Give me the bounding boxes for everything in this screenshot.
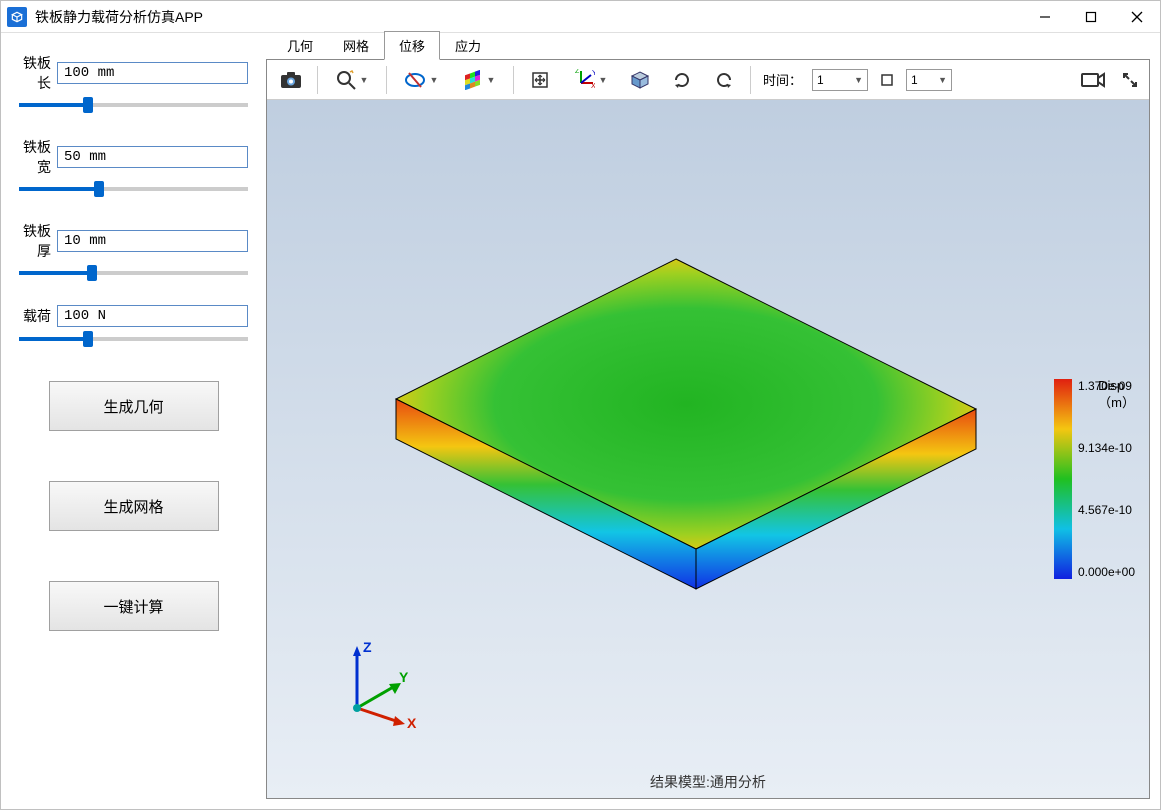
- camera-button[interactable]: [1075, 64, 1111, 96]
- param-label: 载荷: [19, 306, 51, 326]
- button-label: 生成网格: [103, 496, 163, 517]
- param-thickness: 铁板厚: [19, 221, 248, 275]
- app-window: 铁板静力载荷分析仿真APP 铁板长: [0, 0, 1161, 810]
- legend-tick: 9.134e-10: [1078, 441, 1135, 455]
- tab-displacement[interactable]: 位移: [384, 31, 440, 60]
- legend-bar-icon: [1054, 379, 1072, 579]
- length-slider[interactable]: [19, 103, 248, 107]
- viewer: ▼ ▼: [266, 59, 1150, 799]
- width-input[interactable]: [57, 146, 248, 168]
- step-value: 1: [911, 73, 918, 87]
- thickness-input[interactable]: [57, 230, 248, 252]
- time-value: 1: [817, 73, 824, 87]
- viewer-toolbar: ▼ ▼: [267, 60, 1149, 100]
- axis-x-label: X: [407, 715, 417, 728]
- maximize-button[interactable]: [1068, 1, 1114, 33]
- param-label: 铁板厚: [19, 221, 51, 261]
- color-legend: 1.370e-09 9.134e-10 4.567e-10 0.000e+00: [1054, 379, 1135, 579]
- legend-ticks: 1.370e-09 9.134e-10 4.567e-10 0.000e+00: [1078, 379, 1135, 579]
- tab-stress[interactable]: 应力: [440, 31, 496, 59]
- orientation-button[interactable]: ZXY ▼: [564, 64, 616, 96]
- colormap-button[interactable]: ▼: [453, 64, 505, 96]
- close-button[interactable]: [1114, 1, 1160, 33]
- svg-text:Z: Z: [575, 69, 580, 75]
- param-width: 铁板宽: [19, 137, 248, 191]
- svg-text:Y: Y: [592, 70, 595, 77]
- main-panel: 几何 网格 位移 应力 ▼: [266, 33, 1160, 809]
- generate-mesh-button[interactable]: 生成网格: [49, 481, 219, 531]
- load-slider[interactable]: [19, 337, 248, 341]
- generate-geometry-button[interactable]: 生成几何: [49, 381, 219, 431]
- zoom-button[interactable]: ▼: [326, 64, 378, 96]
- tab-mesh[interactable]: 网格: [328, 31, 384, 59]
- legend-tick: 1.370e-09: [1078, 379, 1135, 393]
- param-length: 铁板长: [19, 53, 248, 107]
- client-area: 铁板长 铁板宽 铁板厚: [1, 33, 1160, 809]
- viewport-caption: 结果模型:通用分析: [267, 772, 1149, 792]
- rotate-ccw-button[interactable]: [706, 64, 742, 96]
- fit-view-button[interactable]: [522, 64, 558, 96]
- expand-button[interactable]: [1117, 64, 1143, 96]
- time-label: 时间：: [759, 70, 806, 89]
- tab-geometry[interactable]: 几何: [272, 31, 328, 59]
- screenshot-button[interactable]: [273, 64, 309, 96]
- step-select[interactable]: 1▼: [906, 69, 952, 91]
- front-view-button[interactable]: [622, 64, 658, 96]
- load-input[interactable]: [57, 305, 248, 327]
- tab-bar: 几何 网格 位移 应力: [266, 33, 1150, 59]
- result-plate: [356, 229, 996, 629]
- title-bar: 铁板静力载荷分析仿真APP: [1, 1, 1160, 33]
- compute-button[interactable]: 一键计算: [49, 581, 219, 631]
- viewport-3d[interactable]: Z Y X Disp （m） 1.: [267, 100, 1149, 798]
- app-icon: [7, 7, 27, 27]
- sidebar: 铁板长 铁板宽 铁板厚: [1, 33, 266, 809]
- clipping-button[interactable]: ▼: [395, 64, 447, 96]
- param-label: 铁板长: [19, 53, 51, 93]
- button-label: 一键计算: [103, 596, 163, 617]
- axis-y-label: Y: [399, 669, 409, 685]
- rotate-cw-button[interactable]: [664, 64, 700, 96]
- axis-triad-icon: Z Y X: [337, 638, 427, 728]
- param-load: 载荷: [19, 305, 248, 341]
- width-slider[interactable]: [19, 187, 248, 191]
- time-select[interactable]: 1▼: [812, 69, 868, 91]
- minimize-button[interactable]: [1022, 1, 1068, 33]
- param-label: 铁板宽: [19, 137, 51, 177]
- axis-z-label: Z: [363, 639, 372, 655]
- button-label: 生成几何: [103, 396, 163, 417]
- length-input[interactable]: [57, 62, 248, 84]
- thickness-slider[interactable]: [19, 271, 248, 275]
- svg-text:X: X: [591, 83, 595, 90]
- step-stop-button[interactable]: [874, 64, 900, 96]
- legend-tick: 4.567e-10: [1078, 503, 1135, 517]
- app-title: 铁板静力载荷分析仿真APP: [35, 7, 203, 27]
- legend-tick: 0.000e+00: [1078, 565, 1135, 579]
